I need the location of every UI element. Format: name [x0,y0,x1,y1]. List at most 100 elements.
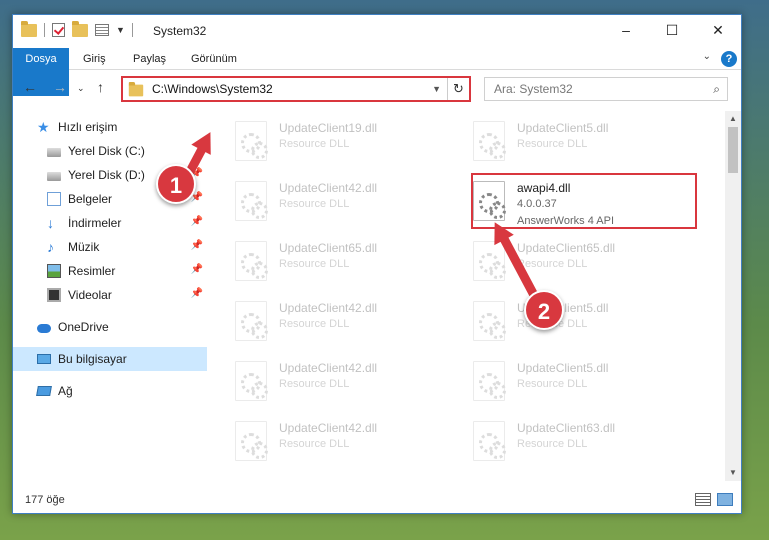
file-item[interactable]: UpdateClient5.dll Resource DLL [467,357,697,405]
file-name: UpdateClient42.dll [279,301,378,315]
title-bar: ▼ System32 – ☐ ✕ [13,15,741,47]
nav-item-label: Belgeler [68,192,113,206]
file-type: Resource DLL [517,138,588,150]
onedrive-icon [37,324,51,333]
address-bar[interactable]: C:\Windows\System32 ▼ ↻ [121,76,471,102]
dll-file-icon [235,421,268,461]
quick-access-toolbar: ▼ [21,20,133,37]
large-icons-view-icon[interactable] [717,493,733,506]
file-item[interactable]: UpdateClient19.dll Resource DLL [229,117,459,165]
pictures-icon [47,264,61,278]
dll-file-icon [235,121,268,161]
dll-file-icon [235,301,268,341]
nav-item-downloads[interactable]: ↓ İndirmeler 📌 [13,211,207,235]
star-icon: ★ [37,119,50,135]
minimize-button[interactable]: – [603,15,649,45]
tab-home[interactable]: Giriş [83,48,106,70]
file-item[interactable]: UpdateClient65.dll Resource DLL [229,237,459,285]
chevron-down-icon[interactable]: ▼ [432,84,441,94]
folder-icon [128,81,144,97]
file-item[interactable]: UpdateClient63.dll Resource DLL [467,417,697,465]
nav-item-label: Yerel Disk (D:) [68,168,145,182]
file-name: UpdateClient65.dll [517,241,616,255]
tab-view[interactable]: Görünüm [191,48,237,70]
forward-arrow-icon[interactable]: → [53,79,67,95]
nav-item-label: Ağ [58,384,73,398]
file-name: UpdateClient19.dll [279,121,378,135]
nav-item-pictures[interactable]: Resimler 📌 [13,259,207,283]
scroll-thumb[interactable] [728,127,738,173]
address-path[interactable]: C:\Windows\System32 [152,82,432,96]
close-button[interactable]: ✕ [695,15,741,45]
nav-item-this-pc[interactable]: Bu bilgisayar [13,347,207,371]
file-type: Resource DLL [517,438,588,450]
this-pc-icon [37,354,51,364]
file-name: UpdateClient42.dll [279,421,378,435]
file-item[interactable]: UpdateClient42.dll Resource DLL [229,357,459,405]
search-icon[interactable]: ⌕ [713,82,720,97]
pin-icon[interactable]: 📌 [191,264,203,275]
file-item[interactable]: UpdateClient5.dll Resource DLL [467,297,697,345]
back-arrow-icon[interactable]: ← [23,79,37,95]
properties-check-icon[interactable] [52,23,65,37]
vertical-scrollbar[interactable]: ▲ ▼ [725,111,741,481]
file-item[interactable]: UpdateClient42.dll Resource DLL [229,177,459,225]
pin-icon[interactable]: 📌 [191,288,203,299]
documents-icon [47,192,61,206]
step-badge-1: 1 [156,164,196,204]
nav-item-network[interactable]: Ağ [13,379,207,403]
chevron-down-icon[interactable]: ⌄ [703,51,711,62]
music-icon: ♪ [47,239,54,255]
dll-file-icon [473,121,506,161]
details-view-icon[interactable] [695,493,711,506]
customize-toolbar-icon[interactable]: ▼ [116,25,125,35]
nav-item-onedrive[interactable]: OneDrive [13,315,207,339]
properties-icon[interactable] [95,24,109,36]
file-type: Resource DLL [279,318,350,330]
pin-icon[interactable]: 📌 [191,240,203,251]
toolbar-divider [44,23,45,37]
nav-item-label: Videolar [68,288,112,302]
refresh-icon[interactable]: ↻ [447,78,469,100]
maximize-button[interactable]: ☐ [649,15,695,45]
tab-share[interactable]: Paylaş [133,48,166,70]
nav-item-label: İndirmeler [68,216,122,230]
nav-item-quick-access[interactable]: ★ Hızlı erişim [13,115,207,139]
file-name: UpdateClient42.dll [279,361,378,375]
nav-item-videos[interactable]: Videolar 📌 [13,283,207,307]
nav-item-local-disk-c[interactable]: Yerel Disk (C:) [13,139,207,163]
dll-file-icon [473,421,506,461]
file-type: Resource DLL [517,378,588,390]
help-button[interactable]: ? [721,51,737,67]
file-item[interactable]: UpdateClient42.dll Resource DLL [229,297,459,345]
file-item[interactable]: UpdateClient42.dll Resource DLL [229,417,459,465]
dll-file-icon [235,181,268,221]
file-name: UpdateClient5.dll [517,361,609,375]
pin-icon[interactable]: 📌 [191,216,203,227]
network-icon [36,386,52,396]
scroll-down-icon[interactable]: ▼ [725,465,741,481]
new-folder-icon[interactable] [72,20,88,37]
nav-item-label: OneDrive [58,320,109,334]
address-row: ← → ⌄ ↑ C:\Windows\System32 ▼ ↻ Ara: Sys… [13,73,741,103]
file-list: UpdateClient19.dll Resource DLL UpdateCl… [209,111,723,481]
status-bar: 177 öğe [13,487,741,513]
nav-item-label: Bu bilgisayar [58,352,127,366]
step-badge-2: 2 [524,290,564,330]
downloads-icon: ↓ [47,215,54,231]
item-count: 177 öğe [25,494,65,506]
scroll-up-icon[interactable]: ▲ [725,111,741,127]
nav-item-label: Hızlı erişim [58,120,118,134]
file-item[interactable]: UpdateClient5.dll Resource DLL [467,117,697,165]
up-arrow-icon[interactable]: ↑ [97,79,104,95]
toolbar-divider [131,23,133,37]
window-controls: – ☐ ✕ [603,15,741,45]
search-input[interactable]: Ara: System32 ⌕ [484,77,728,101]
ribbon-tabs: Dosya Giriş Paylaş Görünüm ⌄ ? [13,48,741,96]
file-name: UpdateClient65.dll [279,241,378,255]
dll-file-icon [235,361,268,401]
recent-dropdown-icon[interactable]: ⌄ [77,83,85,94]
window-title: System32 [153,24,207,38]
file-type: Resource DLL [279,138,350,150]
nav-item-music[interactable]: ♪ Müzik 📌 [13,235,207,259]
